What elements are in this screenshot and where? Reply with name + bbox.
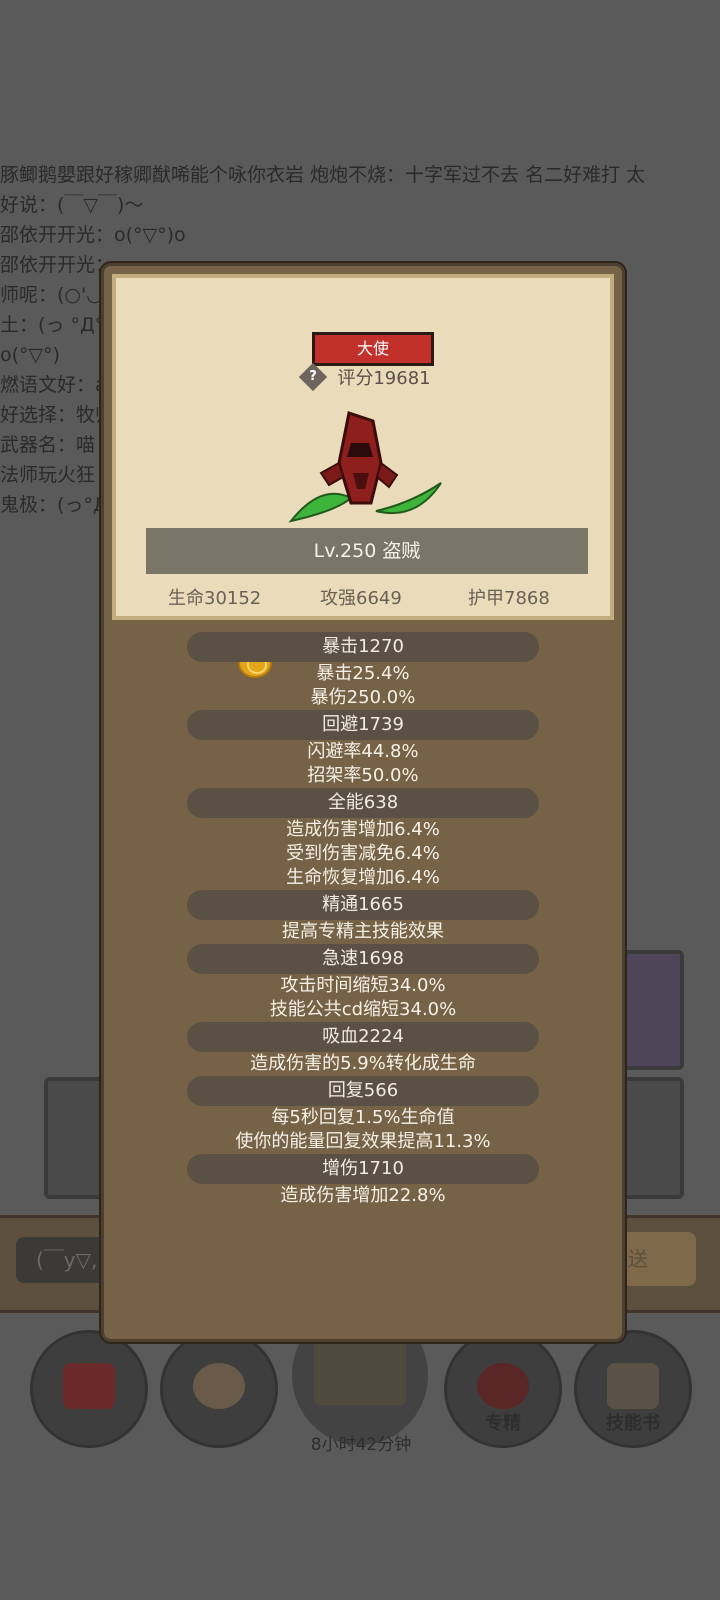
rogue-character-icon [288,411,442,523]
stat-title-regen: 回复566 [187,1076,539,1106]
stat-title-lifesteal: 吸血2224 [187,1022,539,1052]
bread-icon [193,1363,245,1409]
title-badge[interactable]: 大使 [312,332,434,366]
stat-detail: 造成伤害的5.9%转化成生命 [250,1053,476,1074]
stat-detail: 受到伤害减免6.4% [286,843,440,864]
chest-timer: 8小时42分钟 [310,1435,412,1455]
help-icon[interactable]: ? [299,362,328,392]
stat-detail: 技能公共cd缩短34.0% [269,999,457,1020]
level-class-bar: Lv.250 盗贼 [146,528,588,574]
stat-list: 暴击1270 暴击25.4% 暴伤250.0% 回避1739 闪避率44.8% … [104,632,622,1208]
stat-detail: 使你的能量回复效果提高11.3% [235,1131,491,1152]
score-value: 评分19681 [337,368,431,389]
stat-detail: 每5秒回复1.5%生命值 [271,1107,455,1128]
nav-button-skill-book[interactable]: 技能书 [574,1330,692,1448]
stat-detail: 造成伤害增加6.4% [286,819,440,840]
score-row: ? 评分19681 [116,362,618,394]
nav-label: 技能书 [606,1413,660,1434]
attack-power-stat: 攻强6649 [320,588,402,609]
stat-detail: 造成伤害增加22.8% [280,1185,446,1206]
character-card: 大使 ? 评分19681 Lv.250 盗贼 生命30152 攻强6649 护甲7… [112,274,614,620]
stat-detail: 攻击时间缩短34.0% [280,975,446,996]
stat-title-mastery: 精通1665 [187,890,539,920]
stat-detail: 暴击25.4% [316,663,410,684]
potion-icon [63,1363,115,1409]
stat-detail: 闪避率44.8% [307,741,419,762]
nav-label: 专精 [485,1413,521,1434]
stat-title-versatility: 全能638 [187,788,539,818]
character-stats-modal: 大使 ? 评分19681 Lv.250 盗贼 生命30152 攻强6649 护甲7… [101,263,625,1342]
base-stats: 生命30152 攻强6649 护甲7868 [116,584,618,614]
health-stat: 生命30152 [168,588,262,609]
chat-line: 豚鲫鹅嬰跟好稼卿猷唏能个咏你衣岩 炮炮不烧：十字军过不去 名二好难打 太 [0,164,646,186]
stat-detail: 招架率50.0% [307,765,419,786]
nav-button-bread[interactable] [160,1330,278,1448]
nav-button-potion[interactable] [30,1330,148,1448]
stat-title-avoidance: 回避1739 [187,710,539,740]
armor-stat: 护甲7868 [468,588,550,609]
stat-title-crit: 暴击1270 [187,632,539,662]
chest-icon [314,1335,406,1405]
stat-title-damage-bonus: 增伤1710 [187,1154,539,1184]
specialization-icon [477,1363,529,1409]
chat-line: 邵依开开光：o(°▽°)o [0,224,186,246]
stat-detail: 生命恢复增加6.4% [286,867,440,888]
skill-book-icon [607,1363,659,1409]
nav-button-specialization[interactable]: 专精 [444,1330,562,1448]
stat-detail: 暴伤250.0% [310,687,416,708]
chat-line: 好说：(￣▽￣)～ [0,194,144,216]
stat-detail: 提高专精主技能效果 [282,921,444,942]
stat-title-haste: 急速1698 [187,944,539,974]
